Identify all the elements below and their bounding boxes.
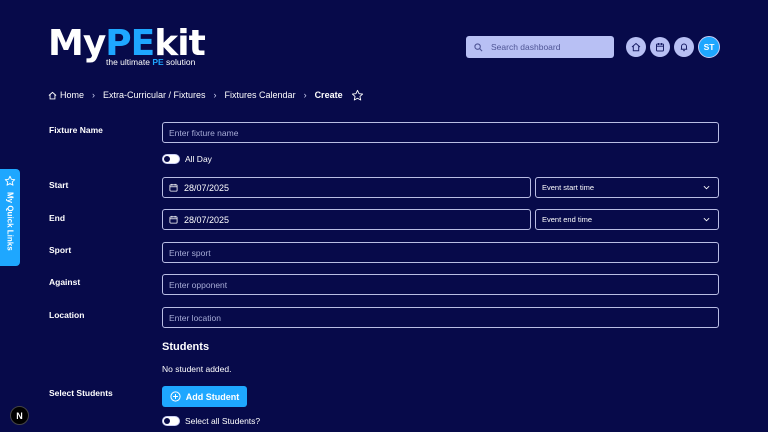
breadcrumb: Home › Extra-Curricular / Fixtures › Fix… <box>48 87 364 103</box>
against-label: Against <box>49 277 81 287</box>
breadcrumb-separator: › <box>303 90 307 100</box>
no-students-text: No student added. <box>162 364 232 374</box>
start-label: Start <box>49 180 69 190</box>
breadcrumb-separator: › <box>213 90 217 100</box>
star-icon <box>4 175 16 186</box>
location-label: Location <box>49 310 85 320</box>
breadcrumb-current: Create <box>314 90 343 100</box>
search-icon <box>474 42 483 51</box>
add-student-label: Add Student <box>185 391 240 402</box>
calendar-button[interactable] <box>650 37 670 57</box>
calendar-icon <box>169 183 178 192</box>
end-date-value: 28/07/2025 <box>184 214 230 225</box>
end-time-placeholder: Event end time <box>542 215 593 224</box>
end-label: End <box>49 213 66 223</box>
plus-circle-icon <box>170 391 181 402</box>
end-time-select[interactable]: Event end time <box>535 209 719 230</box>
select-all-toggle-row[interactable]: Select all Students? <box>162 416 260 426</box>
fixture-name-label: Fixture Name <box>49 125 103 135</box>
star-icon <box>351 89 363 100</box>
select-students-label: Select Students <box>49 388 113 398</box>
all-day-toggle-row[interactable]: All Day <box>162 154 212 164</box>
start-date-value: 28/07/2025 <box>184 182 230 193</box>
search-input[interactable] <box>491 42 601 52</box>
sport-label: Sport <box>49 245 72 255</box>
home-icon <box>48 91 57 99</box>
select-all-label: Select all Students? <box>185 416 261 426</box>
chevron-down-icon <box>703 185 710 190</box>
dev-tools-badge[interactable]: N <box>10 406 29 425</box>
breadcrumb-fixtures-calendar[interactable]: Fixtures Calendar <box>225 90 296 100</box>
breadcrumb-fixtures[interactable]: Extra-Curricular / Fixtures <box>103 90 206 100</box>
location-input[interactable] <box>169 312 718 323</box>
home-icon <box>631 42 641 52</box>
against-input[interactable] <box>169 279 718 290</box>
start-time-placeholder: Event start time <box>542 183 595 192</box>
calendar-icon <box>656 43 664 52</box>
search-bar[interactable] <box>466 36 614 58</box>
bell-icon <box>680 43 688 52</box>
end-date-picker[interactable]: 28/07/2025 <box>162 209 531 230</box>
calendar-icon <box>169 215 178 224</box>
logo-tagline: the ultimate PE solution <box>106 57 196 67</box>
fixture-name-field[interactable] <box>162 122 719 143</box>
fixture-name-input[interactable] <box>169 127 718 138</box>
add-student-button[interactable]: Add Student <box>162 386 247 407</box>
mypekit-logo[interactable]: MyPEkit the ultimate PE solution <box>48 26 208 70</box>
start-date-picker[interactable]: 28/07/2025 <box>162 177 531 198</box>
favourite-star-button[interactable] <box>351 89 364 102</box>
breadcrumb-home[interactable]: Home <box>48 90 84 100</box>
quick-links-label: My Quick Links <box>5 192 15 251</box>
location-field[interactable] <box>162 307 719 328</box>
quick-links-tab[interactable]: My Quick Links <box>0 169 20 266</box>
home-button[interactable] <box>626 37 646 57</box>
against-field[interactable] <box>162 274 719 295</box>
sport-field[interactable] <box>162 242 719 263</box>
user-avatar[interactable]: ST <box>698 36 720 58</box>
select-all-toggle[interactable] <box>162 416 180 426</box>
notifications-button[interactable] <box>674 37 694 57</box>
all-day-label: All Day <box>185 154 212 164</box>
chevron-down-icon <box>703 217 710 222</box>
students-section-title: Students <box>162 341 210 353</box>
all-day-toggle[interactable] <box>162 154 180 164</box>
breadcrumb-separator: › <box>92 90 96 100</box>
start-time-select[interactable]: Event start time <box>535 177 719 198</box>
sport-input[interactable] <box>169 247 718 258</box>
